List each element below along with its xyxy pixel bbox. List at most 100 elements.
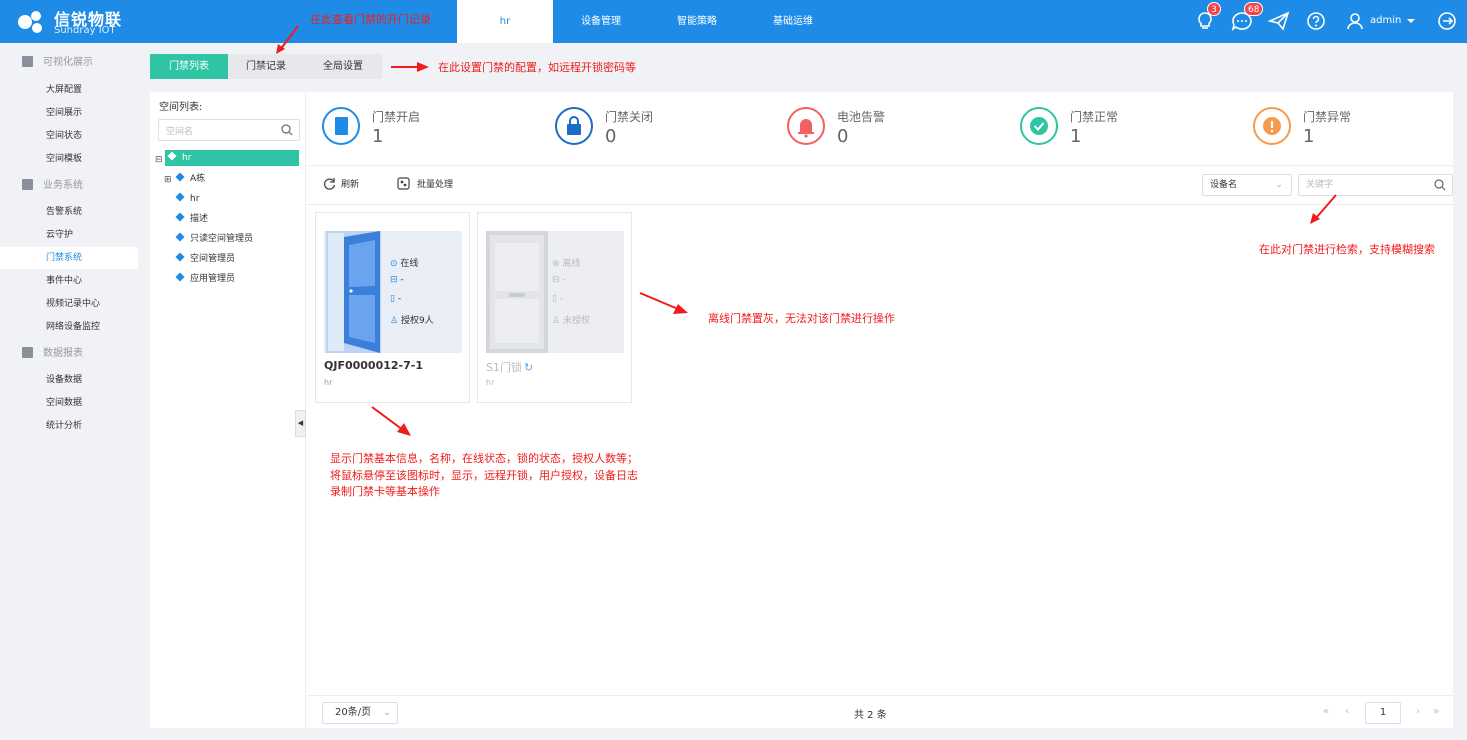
lock-icon: ⊟ (552, 275, 560, 285)
refresh-button[interactable]: 刷新 (323, 176, 359, 194)
batch-icon (397, 177, 410, 190)
refresh-icon (323, 178, 336, 190)
space-tree-panel: 空间列表: 空间名 ⊟ hr ⊞ A栋 hr 描述 只读空间管理员 空间管理员 … (150, 92, 306, 728)
sidebar-item-statistics[interactable]: 统计分析 (0, 415, 138, 437)
tree-node-label: 描述 (190, 214, 209, 224)
report-icon (22, 347, 33, 358)
tree-node[interactable]: A栋 (175, 171, 205, 187)
sidebar-group-label: 数据报表 (43, 348, 83, 359)
status-text: 离线 (562, 259, 581, 269)
stat-door-abnormal: 门禁异常 1 (1253, 104, 1453, 154)
sidebar-group-visual[interactable]: 可视化展示 (22, 53, 93, 73)
door-image[interactable] (324, 231, 462, 353)
user-icon[interactable] (1342, 8, 1368, 34)
sidebar-group-business[interactable]: 业务系统 (22, 176, 83, 196)
search-icon[interactable] (1434, 179, 1446, 191)
sidebar-item-alarm[interactable]: 告警系统 (0, 201, 138, 223)
device-field-select[interactable]: 设备名 ⌄ (1202, 174, 1292, 196)
page-number-input[interactable]: 1 (1365, 702, 1401, 724)
logout-icon[interactable] (1434, 8, 1460, 34)
sidebar-item-space-data[interactable]: 空间数据 (0, 392, 138, 414)
expand-toggle-icon[interactable]: ⊞ (164, 172, 174, 188)
tree-node[interactable]: 应用管理员 (175, 271, 236, 287)
tree-node[interactable]: 只读空间管理员 (175, 231, 253, 247)
status-text: 在线 (400, 259, 419, 269)
sidebar-item-cloud-guard[interactable]: 云守护 (0, 224, 138, 246)
cube-icon (175, 192, 185, 202)
stat-value: 0 (837, 126, 849, 147)
help-icon[interactable] (1303, 8, 1329, 34)
sidebar-item-space-status[interactable]: 空间状态 (0, 125, 138, 147)
prev-page-icon[interactable]: ‹ (1345, 706, 1349, 717)
stat-value: 1 (1303, 126, 1315, 147)
nav-hr[interactable]: hr (457, 0, 553, 43)
tree-node[interactable]: 空间管理员 (175, 251, 235, 267)
last-page-icon[interactable]: » (1433, 706, 1439, 717)
closed-door-icon (486, 231, 548, 353)
nav-smart-strategy[interactable]: 智能策略 (662, 0, 732, 43)
sidebar-item-device-data[interactable]: 设备数据 (0, 369, 138, 391)
lock-text: - (562, 275, 566, 285)
sidebar-item-space-template[interactable]: 空间模板 (0, 148, 138, 170)
tab-access-records[interactable]: 门禁记录 (228, 54, 304, 79)
cube-icon (175, 212, 185, 222)
logo-icon (18, 11, 42, 33)
tree-node-label: hr (182, 153, 192, 163)
brand-name-en: Sundray IOT (54, 25, 116, 36)
divider (306, 165, 1453, 166)
user-name[interactable]: admin (1370, 15, 1401, 26)
arrow-icon (391, 62, 429, 72)
stat-value: 0 (605, 126, 617, 147)
chevron-down-icon: ⌄ (382, 707, 391, 718)
sidebar-item-screen-config[interactable]: 大屏配置 (0, 79, 138, 101)
door-card[interactable]: ⊙ 在线 ⊟ - ▯ - ♙ 授权9人 QJF0000012-7-1 hr (315, 212, 470, 403)
door-name: QJF0000012-7-1 (324, 359, 423, 372)
arrow-icon (276, 25, 299, 54)
door-card-offline: ⊗ 离线 ⊟ - ▯ - ♙ 未授权 S1门锁 ↻ hr (477, 212, 632, 403)
next-page-icon[interactable]: › (1416, 706, 1420, 717)
send-icon[interactable] (1266, 8, 1292, 34)
page-size-select[interactable]: 20条/页 ⌄ (322, 702, 398, 724)
check-icon (1020, 107, 1058, 145)
lock-row: ⊟ - (552, 275, 566, 285)
stat-battery-alarm: 电池告警 0 (787, 104, 987, 154)
space-search-input[interactable]: 空间名 (158, 119, 300, 141)
sidebar-item-space-display[interactable]: 空间展示 (0, 102, 138, 124)
annotation-info-line1: 显示门禁基本信息，名称，在线状态，锁的状态，授权人数等； (330, 452, 638, 465)
auth-text: 授权9人 (400, 316, 434, 326)
lock-text: - (400, 275, 404, 285)
collapse-panel-handle[interactable]: ◀ (295, 410, 306, 437)
tab-global-settings[interactable]: 全局设置 (304, 54, 382, 79)
arrow-icon (639, 292, 688, 314)
cube-icon (167, 151, 177, 161)
battery-icon: ▯ (390, 294, 395, 304)
search-icon[interactable] (281, 124, 293, 136)
brand-logo[interactable]: 信锐物联 Sundray IOT (14, 5, 138, 39)
chevron-down-icon[interactable] (1404, 8, 1418, 34)
tree-node-label: 应用管理员 (190, 274, 236, 284)
arrow-icon (1310, 194, 1337, 224)
door-name-text: S1门锁 (486, 361, 522, 374)
sidebar-item-access-control[interactable]: 门禁系统 (0, 247, 138, 269)
sidebar-item-video-records[interactable]: 视频记录中心 (0, 293, 138, 315)
total-count: 共 2 条 (854, 710, 887, 721)
nav-device-management[interactable]: 设备管理 (566, 0, 636, 43)
sidebar-item-network-monitor[interactable]: 网络设备监控 (0, 316, 138, 338)
tree-node-label: hr (190, 194, 200, 204)
annotation-settings: 在此设置门禁的配置，如远程开锁密码等 (438, 61, 636, 74)
page-size-value: 20条/页 (335, 707, 372, 718)
nav-basic-ops[interactable]: 基础运维 (758, 0, 828, 43)
sidebar-item-event-center[interactable]: 事件中心 (0, 270, 138, 292)
tab-access-list[interactable]: 门禁列表 (150, 54, 228, 79)
user-icon: ♙ (552, 316, 561, 326)
tree-node[interactable]: 描述 (175, 211, 209, 227)
collapse-toggle-icon[interactable]: ⊟ (155, 152, 165, 168)
tree-node-root[interactable]: hr (165, 150, 299, 166)
batch-process-button[interactable]: 批量处理 (397, 176, 453, 194)
first-page-icon[interactable]: « (1323, 706, 1329, 717)
cube-icon (175, 252, 185, 262)
sidebar-group-reports[interactable]: 数据报表 (22, 344, 83, 364)
tree-node[interactable]: hr (175, 191, 200, 207)
stat-label: 门禁异常 (1303, 110, 1352, 124)
door-name: S1门锁 ↻ (486, 359, 533, 375)
